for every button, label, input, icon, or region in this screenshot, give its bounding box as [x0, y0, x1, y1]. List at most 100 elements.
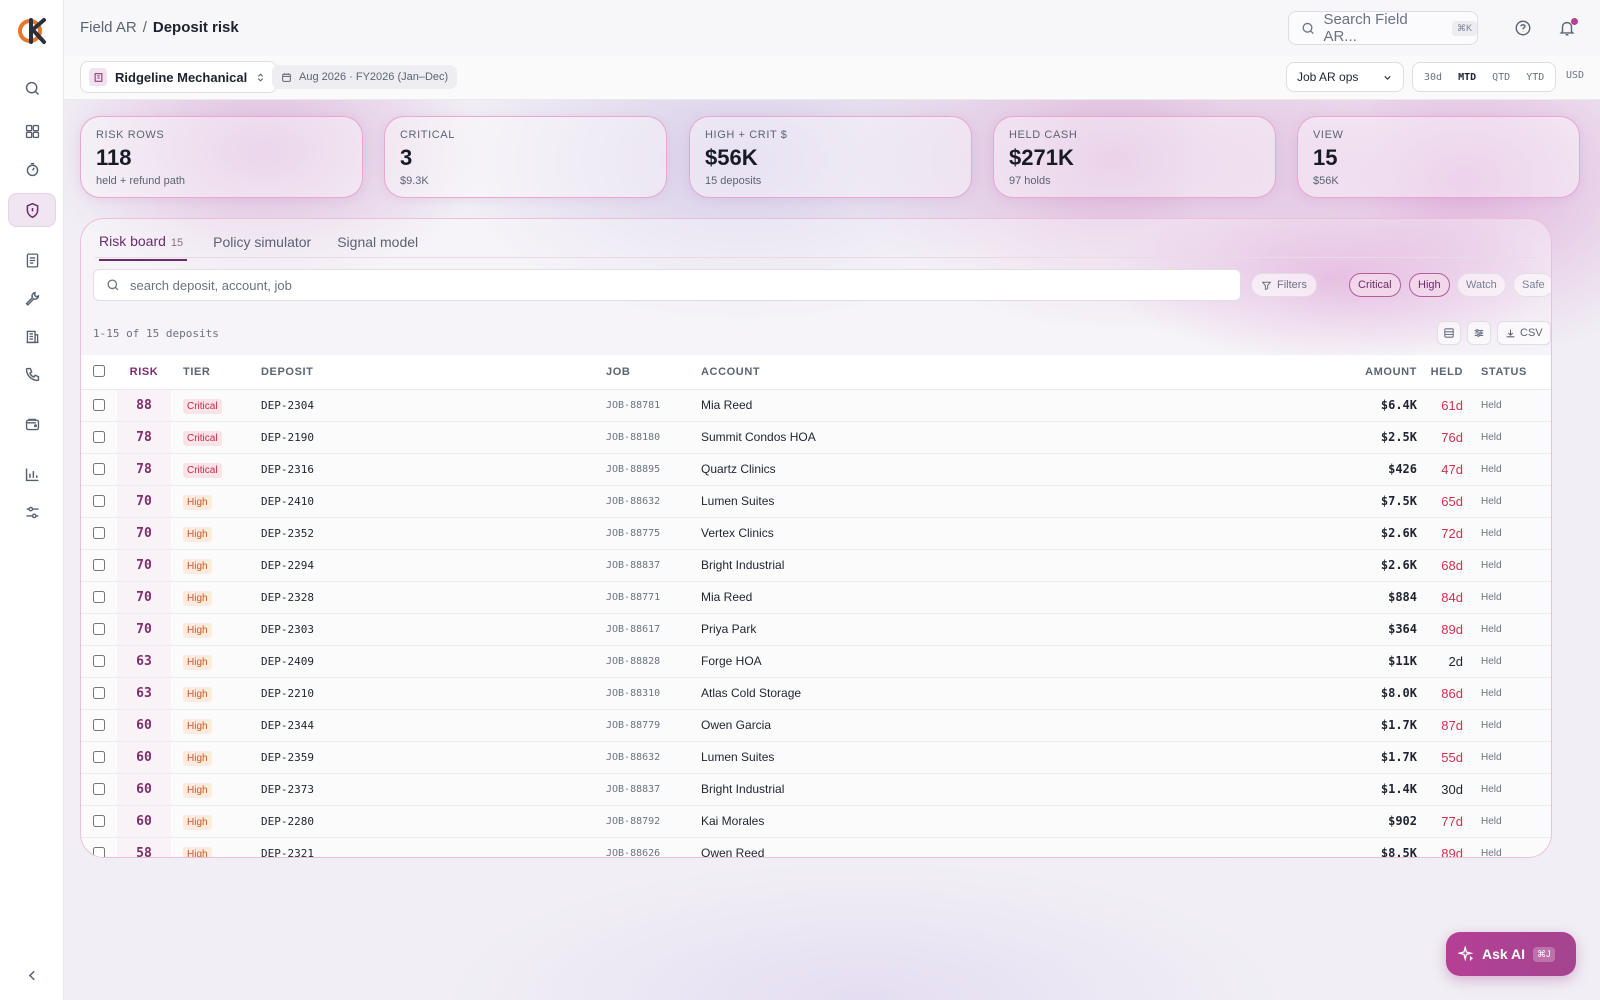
row-checkbox[interactable]: [93, 654, 105, 667]
column-header-status[interactable]: STATUS: [1471, 355, 1551, 390]
table-row[interactable]: 63 High DEP-2409 JOB-88828 Forge HOA $11K 2d He…: [81, 645, 1551, 677]
job-id[interactable]: JOB-88310: [606, 677, 701, 709]
ask-ai-button[interactable]: Ask AI ⌘J: [1446, 932, 1576, 976]
row-checkbox[interactable]: [93, 622, 105, 635]
table-row[interactable]: 70 High DEP-2410 JOB-88632 Lumen Suites $7.5K…: [81, 485, 1551, 517]
table-search-input[interactable]: search deposit, account, job: [93, 269, 1241, 301]
deposit-id[interactable]: DEP-2304: [249, 389, 606, 421]
column-header-deposit[interactable]: DEPOSIT: [249, 355, 606, 390]
kpi-card-critical[interactable]: CRITICAL 3 $9.3K: [384, 116, 667, 198]
job-id[interactable]: JOB-88837: [606, 549, 701, 581]
job-id[interactable]: JOB-88895: [606, 453, 701, 485]
table-row[interactable]: 60 High DEP-2373 JOB-88837 Bright Industrial…: [81, 773, 1551, 805]
global-search-input[interactable]: Search Field AR... ⌘K: [1288, 11, 1478, 45]
currency-label[interactable]: USD: [1566, 70, 1584, 81]
deposit-id[interactable]: DEP-2303: [249, 613, 606, 645]
deposit-id[interactable]: DEP-2410: [249, 485, 606, 517]
table-row[interactable]: 58 High DEP-2321 JOB-88626 Owen Reed $8.5K 89d…: [81, 837, 1551, 858]
table-row[interactable]: 60 High DEP-2280 JOB-88792 Kai Morales $902 77…: [81, 805, 1551, 837]
account-name[interactable]: Lumen Suites: [701, 741, 1343, 773]
export-csv-button[interactable]: CSV: [1497, 321, 1551, 345]
job-id[interactable]: JOB-88632: [606, 741, 701, 773]
company-switcher[interactable]: Ridgeline Mechanical: [80, 61, 278, 93]
column-header-job[interactable]: JOB: [606, 355, 701, 390]
account-name[interactable]: Atlas Cold Storage: [701, 677, 1343, 709]
deposit-id[interactable]: DEP-2409: [249, 645, 606, 677]
job-id[interactable]: JOB-88781: [606, 389, 701, 421]
tier-filter-watch[interactable]: Watch: [1457, 273, 1506, 297]
row-checkbox[interactable]: [93, 526, 105, 539]
row-checkbox[interactable]: [93, 846, 105, 857]
nav-timer-icon[interactable]: [8, 152, 56, 186]
tier-filter-safe[interactable]: Safe: [1513, 273, 1551, 297]
deposit-id[interactable]: DEP-2210: [249, 677, 606, 709]
job-id[interactable]: JOB-88779: [606, 709, 701, 741]
breadcrumb-root[interactable]: Field AR: [80, 19, 137, 36]
kpi-card-risk-rows[interactable]: RISK ROWS 118 held + refund path: [80, 116, 363, 198]
account-name[interactable]: Forge HOA: [701, 645, 1343, 677]
nav-invoice-icon[interactable]: [8, 243, 56, 277]
account-name[interactable]: Bright Industrial: [701, 549, 1343, 581]
row-checkbox[interactable]: [93, 494, 105, 507]
nav-dashboard-icon[interactable]: [8, 114, 56, 148]
nav-bar-chart-icon[interactable]: [8, 457, 56, 491]
job-id[interactable]: JOB-88617: [606, 613, 701, 645]
row-checkbox[interactable]: [93, 686, 105, 699]
row-checkbox[interactable]: [93, 430, 105, 443]
range-qtd[interactable]: QTD: [1485, 67, 1517, 88]
period-badge[interactable]: Aug 2026 · FY2026 (Jan–Dec): [272, 65, 458, 89]
row-checkbox[interactable]: [93, 462, 105, 475]
table-row[interactable]: 63 High DEP-2210 JOB-88310 Atlas Cold Storag…: [81, 677, 1551, 709]
row-checkbox[interactable]: [93, 558, 105, 571]
row-checkbox[interactable]: [93, 782, 105, 795]
column-header-amount[interactable]: AMOUNT: [1343, 355, 1423, 390]
column-header-tier[interactable]: TIER: [171, 355, 249, 390]
deposit-id[interactable]: DEP-2344: [249, 709, 606, 741]
filters-button[interactable]: Filters: [1251, 273, 1317, 297]
density-toggle-icon[interactable]: [1437, 321, 1461, 345]
tier-filter-critical[interactable]: Critical: [1349, 273, 1401, 297]
kpi-card-view[interactable]: VIEW 15 $56K: [1297, 116, 1580, 198]
table-row[interactable]: 70 High DEP-2303 JOB-88617 Priya Park $364 89d…: [81, 613, 1551, 645]
row-checkbox[interactable]: [93, 814, 105, 827]
select-all-checkbox[interactable]: [93, 365, 105, 378]
deposit-id[interactable]: DEP-2373: [249, 773, 606, 805]
kpi-card-high-crit[interactable]: HIGH + CRIT $ $56K 15 deposits: [689, 116, 972, 198]
nav-wrench-icon[interactable]: [8, 281, 56, 315]
deposit-id[interactable]: DEP-2316: [249, 453, 606, 485]
column-header-account[interactable]: ACCOUNT: [701, 355, 1343, 390]
job-id[interactable]: JOB-88792: [606, 805, 701, 837]
nav-shield-icon[interactable]: [8, 193, 56, 227]
table-row[interactable]: 78 Critical DEP-2316 JOB-88895 Quartz Clinic…: [81, 453, 1551, 485]
job-id[interactable]: JOB-88771: [606, 581, 701, 613]
table-row[interactable]: 60 High DEP-2359 JOB-88632 Lumen Suites $1.7K…: [81, 741, 1551, 773]
table-row[interactable]: 70 High DEP-2294 JOB-88837 Bright Industrial…: [81, 549, 1551, 581]
help-icon[interactable]: [1514, 18, 1534, 38]
collapse-sidebar-icon[interactable]: [8, 958, 56, 992]
app-logo[interactable]: [17, 16, 47, 46]
nav-sliders-icon[interactable]: [8, 495, 56, 529]
table-row[interactable]: 70 High DEP-2328 JOB-88771 Mia Reed $884 84d He…: [81, 581, 1551, 613]
account-name[interactable]: Bright Industrial: [701, 773, 1343, 805]
row-checkbox[interactable]: [93, 590, 105, 603]
account-name[interactable]: Mia Reed: [701, 389, 1343, 421]
range-ytd[interactable]: YTD: [1519, 67, 1551, 88]
job-id[interactable]: JOB-88632: [606, 485, 701, 517]
account-name[interactable]: Kai Morales: [701, 805, 1343, 837]
row-checkbox[interactable]: [93, 750, 105, 763]
row-checkbox[interactable]: [93, 718, 105, 731]
account-name[interactable]: Lumen Suites: [701, 485, 1343, 517]
account-name[interactable]: Owen Garcia: [701, 709, 1343, 741]
nav-wallet-icon[interactable]: [8, 407, 56, 441]
deposit-id[interactable]: DEP-2321: [249, 837, 606, 858]
deposit-id[interactable]: DEP-2294: [249, 549, 606, 581]
table-row[interactable]: 78 Critical DEP-2190 JOB-88180 Summit Condos…: [81, 421, 1551, 453]
account-name[interactable]: Owen Reed: [701, 837, 1343, 857]
deposit-id[interactable]: DEP-2359: [249, 741, 606, 773]
columns-settings-icon[interactable]: [1467, 321, 1491, 345]
range-30d[interactable]: 30d: [1417, 67, 1449, 88]
column-header-held[interactable]: HELD: [1423, 355, 1471, 390]
job-id[interactable]: JOB-88626: [606, 837, 701, 858]
deposit-id[interactable]: DEP-2280: [249, 805, 606, 837]
account-name[interactable]: Vertex Clinics: [701, 517, 1343, 549]
